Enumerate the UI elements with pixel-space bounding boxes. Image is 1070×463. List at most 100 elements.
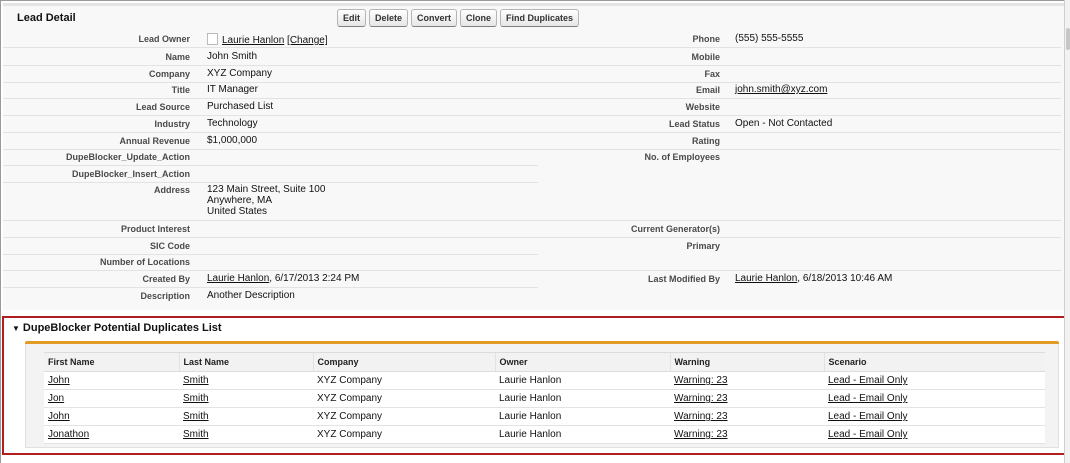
address-line-2: Anywhere, MA [207,195,273,206]
field-lead-status: Lead Status Open - Not Contacted [538,116,1061,133]
table-row: John Smith XYZ Company Laurie Hanlon War… [44,407,1045,426]
field-annual-revenue: Annual Revenue $1,000,000 [3,133,538,150]
first-name-link[interactable]: John [48,375,70,386]
field-label: Mobile [691,52,721,62]
column-header-company[interactable]: Company [312,352,495,372]
field-label: SIC Code [149,241,190,251]
column-header-owner[interactable]: Owner [494,352,670,372]
field-sic-code: SIC Code [3,238,538,255]
field-value: Laurie Hanlon, 6/18/2013 10:46 AM [735,273,892,284]
field-value: John Smith [207,51,258,62]
field-lead-owner: Lead Owner Laurie Hanlon [Change] [3,31,538,48]
scenario-link[interactable]: Lead - Email Only [828,375,907,386]
field-label: Lead Status [668,119,720,129]
company-cell: XYZ Company [313,371,495,390]
duplicates-table: First Name Last Name Company Owner Warni… [44,352,1045,444]
address-line-1: 123 Main Street, Suite 100 [207,184,326,195]
scenario-link[interactable]: Lead - Email Only [828,411,907,422]
field-label: Rating [692,136,720,146]
last-name-link[interactable]: Smith [183,375,209,386]
collapse-triangle-icon[interactable]: ▼ [12,324,20,333]
warning-link[interactable]: Warning: 23 [674,411,728,422]
owner-cell: Laurie Hanlon [495,425,670,444]
column-header-first-name[interactable]: First Name [44,352,179,372]
field-value: Open - Not Contacted [735,118,833,129]
field-description: Description Another Description [3,288,538,305]
created-date: , 6/17/2013 2:24 PM [269,273,360,284]
field-number-of-locations: Number of Locations [3,254,538,271]
last-modified-by-link[interactable]: Laurie Hanlon [735,273,797,284]
last-name-link[interactable]: Smith [183,393,209,404]
warning-link[interactable]: Warning: 23 [674,393,728,404]
field-value: Purchased List [207,101,274,112]
field-label: Annual Revenue [119,136,190,146]
table-row: Jonathon Smith XYZ Company Laurie Hanlon… [44,425,1045,444]
scenario-link[interactable]: Lead - Email Only [828,429,907,440]
field-value: Laurie Hanlon [Change] [207,33,328,46]
field-industry: Industry Technology [3,116,538,133]
first-name-link[interactable]: John [48,411,70,422]
field-dupeblocker-insert-action: DupeBlocker_Insert_Action [3,166,538,183]
field-product-interest: Product Interest [3,221,538,238]
field-value: (555) 555-5555 [735,33,804,44]
field-label: Email [695,85,720,95]
duplicates-section: ▼ DupeBlocker Potential Duplicates List F… [2,316,1067,455]
field-value: Laurie Hanlon, 6/17/2013 2:24 PM [207,273,359,284]
table-header-row: First Name Last Name Company Owner Warni… [44,352,1045,372]
column-header-last-name[interactable]: Last Name [178,352,313,372]
vertical-scrollbar[interactable] [1064,0,1070,463]
company-cell: XYZ Company [313,425,495,444]
lead-owner-link[interactable]: Laurie Hanlon [222,35,284,46]
duplicates-table-panel: First Name Last Name Company Owner Warni… [25,344,1059,448]
warning-link[interactable]: Warning: 23 [674,375,728,386]
field-label: Created By [142,274,190,284]
field-lead-source: Lead Source Purchased List [3,99,538,116]
field-current-generators: Current Generator(s) [538,221,1061,238]
field-label: Primary [686,241,720,251]
lead-detail-title: Lead Detail [17,12,76,24]
field-label: Lead Source [135,102,190,112]
clone-button[interactable]: Clone [460,9,498,27]
field-phone: Phone (555) 555-5555 [538,31,1061,48]
field-mobile: Mobile [538,49,1061,66]
edit-button[interactable]: Edit [337,9,366,27]
column-header-warning[interactable]: Warning [669,352,824,372]
field-title: Title IT Manager [3,82,538,99]
last-name-link[interactable]: Smith [183,429,209,440]
field-created-by: Created By Laurie Hanlon, 6/17/2013 2:24… [3,271,538,288]
email-link[interactable]: john.smith@xyz.com [735,84,827,95]
field-label: Industry [154,119,190,129]
field-rating: Rating [538,133,1061,150]
last-name-link[interactable]: Smith [183,411,209,422]
scenario-link[interactable]: Lead - Email Only [828,393,907,404]
field-label: Fax [704,69,720,79]
field-label: Title [171,85,190,95]
field-name: Name John Smith [3,49,538,66]
field-website: Website [538,99,1061,116]
duplicates-section-header[interactable]: ▼ DupeBlocker Potential Duplicates List [12,322,222,334]
field-primary: Primary [538,238,1061,271]
scrollbar-thumb[interactable] [1066,28,1070,50]
column-header-scenario[interactable]: Scenario [823,352,1045,372]
field-label: Product Interest [120,224,190,234]
delete-button[interactable]: Delete [369,9,409,27]
warning-link[interactable]: Warning: 23 [674,429,728,440]
change-owner-link[interactable]: [Change] [287,35,328,46]
convert-button[interactable]: Convert [411,9,458,27]
field-value: XYZ Company [207,68,273,79]
field-label: Website [685,102,720,112]
created-by-link[interactable]: Laurie Hanlon [207,273,269,284]
field-label: Name [165,52,190,62]
first-name-link[interactable]: Jon [48,393,64,404]
detail-button-bar: Edit Delete Convert Clone Find Duplicate… [337,9,580,27]
field-value: Another Description [207,290,295,301]
first-name-link[interactable]: Jonathon [48,429,89,440]
duplicates-title: DupeBlocker Potential Duplicates List [22,322,222,334]
field-no-of-employees: No. of Employees [538,149,1061,221]
user-photo-icon [207,33,218,45]
find-duplicates-button[interactable]: Find Duplicates [500,9,580,27]
field-label: Current Generator(s) [630,224,720,234]
owner-cell: Laurie Hanlon [495,371,670,390]
table-row: Jon Smith XYZ Company Laurie Hanlon Warn… [44,389,1045,408]
last-modified-date: , 6/18/2013 10:46 AM [797,273,893,284]
